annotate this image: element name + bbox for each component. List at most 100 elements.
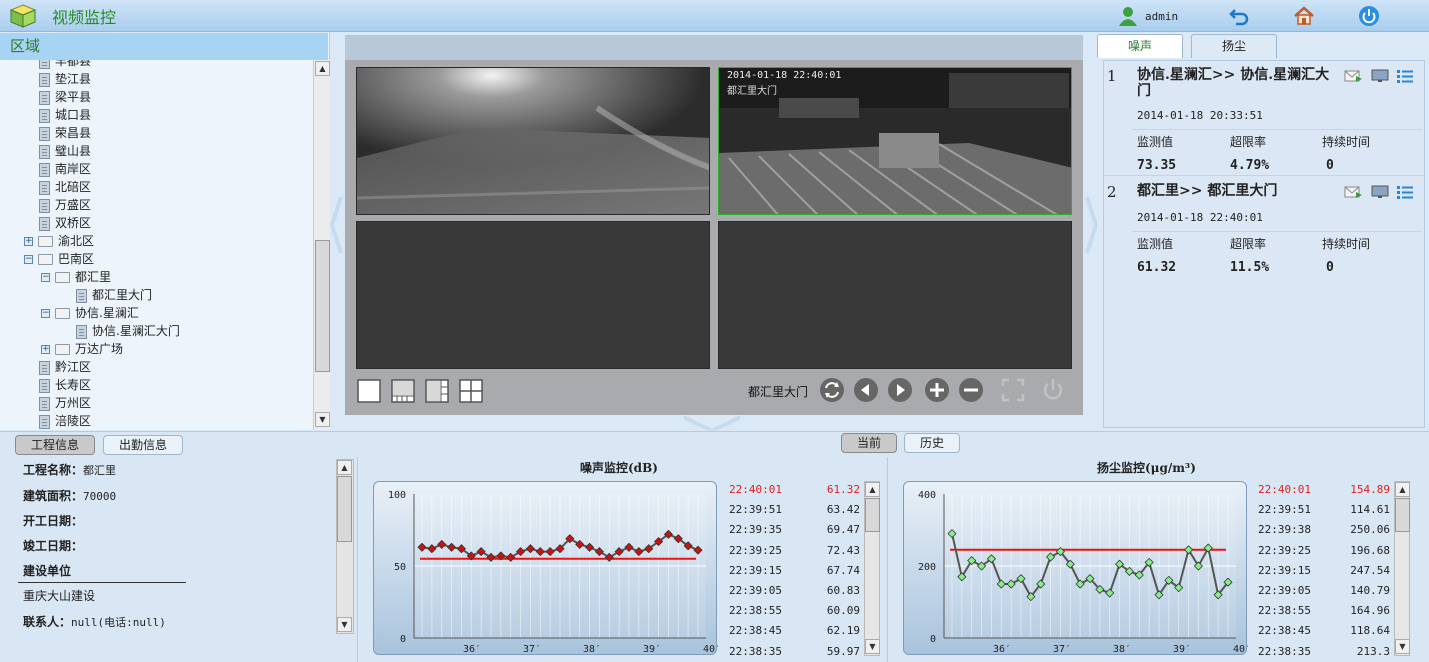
tree-item[interactable]: 丰都县	[39, 60, 91, 70]
tree-item[interactable]: 璧山县	[39, 142, 91, 160]
scroll-thumb[interactable]	[337, 476, 352, 542]
table-row: 22:39:51 114.61	[1258, 500, 1390, 520]
video-prev-page-arrow[interactable]	[329, 195, 343, 255]
tree-item[interactable]: + 渝北区	[24, 232, 94, 250]
home-icon[interactable]	[1293, 5, 1315, 27]
zoom-in-icon[interactable]	[924, 377, 950, 403]
scroll-thumb[interactable]	[865, 498, 880, 532]
zoom-out-icon[interactable]	[958, 377, 984, 403]
fullscreen-icon[interactable]	[1000, 377, 1026, 403]
document-icon	[39, 72, 50, 87]
layout-1x1-icon[interactable]	[357, 379, 381, 403]
power-icon[interactable]	[1358, 5, 1380, 27]
scroll-up-arrow[interactable]: ▲	[865, 482, 880, 497]
tree-item[interactable]: 万盛区	[39, 196, 91, 214]
tab-noise[interactable]: 噪声	[1097, 34, 1183, 58]
alarm-duration: 0	[1326, 260, 1334, 275]
expand-toggle-icon[interactable]: +	[24, 237, 33, 246]
table-row: 22:40:01 61.32	[729, 480, 860, 500]
noise-table-scrollbar[interactable]: ▲ ▼	[864, 481, 880, 656]
scroll-down-arrow[interactable]: ▼	[337, 617, 352, 632]
camera-view-4[interactable]	[718, 221, 1072, 369]
x-tick-label: 40′	[703, 644, 718, 655]
alarm-item[interactable]: 1 协信.星澜汇>> 协信.星澜汇大门 2014-01-18 20:33:51 …	[1104, 61, 1424, 173]
row-value: 164.96	[1350, 604, 1390, 618]
tab-project-info[interactable]: 工程信息	[15, 435, 95, 455]
x-tick-label: 36′	[463, 644, 481, 655]
tree-item[interactable]: − 都汇里	[41, 268, 111, 286]
info-builder: 重庆大山建设	[23, 589, 96, 603]
alarm-label-rate: 超限率	[1230, 135, 1267, 149]
row-value: 140.79	[1350, 583, 1390, 597]
tree-item[interactable]: 城口县	[39, 106, 91, 124]
y-tick-label: 400	[918, 490, 936, 501]
scroll-down-arrow[interactable]: ▼	[865, 639, 880, 654]
scroll-down-arrow[interactable]: ▼	[1395, 639, 1410, 654]
list-icon[interactable]	[1396, 69, 1414, 83]
video-power-icon[interactable]	[1040, 377, 1066, 403]
x-tick-label: 37′	[1053, 644, 1071, 655]
tab-attendance-info[interactable]: 出勤信息	[103, 435, 183, 455]
tree-item[interactable]: 北碚区	[39, 178, 91, 196]
row-time: 22:39:35	[729, 523, 782, 537]
collapse-toggle-icon[interactable]: −	[24, 255, 33, 264]
tree-item[interactable]: 协信.星澜汇大门	[76, 322, 180, 340]
mail-icon[interactable]	[1344, 69, 1362, 83]
scroll-thumb[interactable]	[1395, 498, 1410, 532]
tree-item[interactable]: 万州区	[39, 394, 91, 412]
camera-view-2[interactable]: 2014-01-18 22:40:01 都汇里大门	[718, 67, 1072, 215]
scroll-down-arrow[interactable]: ▼	[315, 412, 330, 427]
video-next-page-arrow[interactable]	[1085, 195, 1099, 255]
mail-icon[interactable]	[1344, 185, 1362, 199]
document-icon	[39, 90, 50, 105]
tab-dust[interactable]: 扬尘	[1191, 34, 1277, 58]
table-row: 22:38:55 60.09	[729, 601, 860, 621]
scroll-thumb[interactable]	[315, 240, 330, 372]
monitor-icon[interactable]	[1371, 69, 1389, 83]
area-tree: 丰都县 垫江县 梁平县 城口县 荣昌县 璧山县 南岸区 北碚区 万盛区 双桥区 + 渝北区 − 巴南区 − 都…	[0, 60, 312, 430]
x-tick-label: 40′	[1233, 644, 1248, 655]
tree-item[interactable]: − 协信.星澜汇	[41, 304, 139, 322]
tree-item[interactable]: 都汇里大门	[76, 286, 152, 304]
tree-item[interactable]: 双桥区	[39, 214, 91, 232]
camera-view-1[interactable]	[356, 67, 710, 215]
tab-current[interactable]: 当前	[841, 433, 897, 453]
tree-item[interactable]: 梁平县	[39, 88, 91, 106]
info-scrollbar[interactable]: ▲ ▼	[336, 459, 354, 634]
switch-icon[interactable]	[819, 377, 845, 403]
tree-item[interactable]: 南岸区	[39, 160, 91, 178]
layout-2x2-icon[interactable]	[459, 379, 483, 403]
layout-side-icon[interactable]	[425, 379, 449, 403]
collapse-toggle-icon[interactable]: −	[41, 309, 50, 318]
user-name: admin	[1145, 10, 1179, 23]
expand-toggle-icon[interactable]: +	[41, 345, 50, 354]
prev-icon[interactable]	[853, 377, 879, 403]
dust-chart: 0 200 400 36′ 37′ 38′ 39′ 40′	[903, 481, 1248, 655]
document-icon	[39, 414, 50, 429]
scroll-up-arrow[interactable]: ▲	[315, 61, 330, 76]
back-icon[interactable]	[1229, 5, 1251, 27]
tree-item[interactable]: 黔江区	[39, 358, 91, 376]
monitor-icon[interactable]	[1371, 185, 1389, 199]
list-icon[interactable]	[1396, 185, 1414, 199]
collapse-toggle-icon[interactable]: −	[41, 273, 50, 282]
play-icon[interactable]	[887, 377, 913, 403]
dust-table-scrollbar[interactable]: ▲ ▼	[1394, 481, 1410, 656]
tree-item[interactable]: 垫江县	[39, 70, 91, 88]
tree-item[interactable]: 荣昌县	[39, 124, 91, 142]
tree-item[interactable]: 长寿区	[39, 376, 91, 394]
row-value: 247.54	[1350, 563, 1390, 577]
tree-item[interactable]: − 巴南区	[24, 250, 94, 268]
row-value: 114.61	[1350, 503, 1390, 517]
camera-view-3[interactable]	[356, 221, 710, 369]
scroll-up-arrow[interactable]: ▲	[337, 460, 352, 475]
tab-history[interactable]: 历史	[904, 433, 960, 453]
scroll-up-arrow[interactable]: ▲	[1395, 482, 1410, 497]
dust-table: 22:40:01 154.89 22:39:51 114.61 22:39:38 250.…	[1258, 480, 1390, 662]
alarm-item[interactable]: 2 都汇里>> 都汇里大门 2014-01-18 22:40:01 监测值 超限…	[1104, 177, 1424, 289]
alarm-title: 都汇里>> 都汇里大门	[1137, 183, 1278, 199]
tree-scrollbar[interactable]: ▲ ▼	[313, 60, 330, 430]
tree-item[interactable]: + 万达广场	[41, 340, 123, 358]
layout-1plus5-icon[interactable]	[391, 379, 415, 403]
tree-item[interactable]: 涪陵区	[39, 412, 91, 430]
